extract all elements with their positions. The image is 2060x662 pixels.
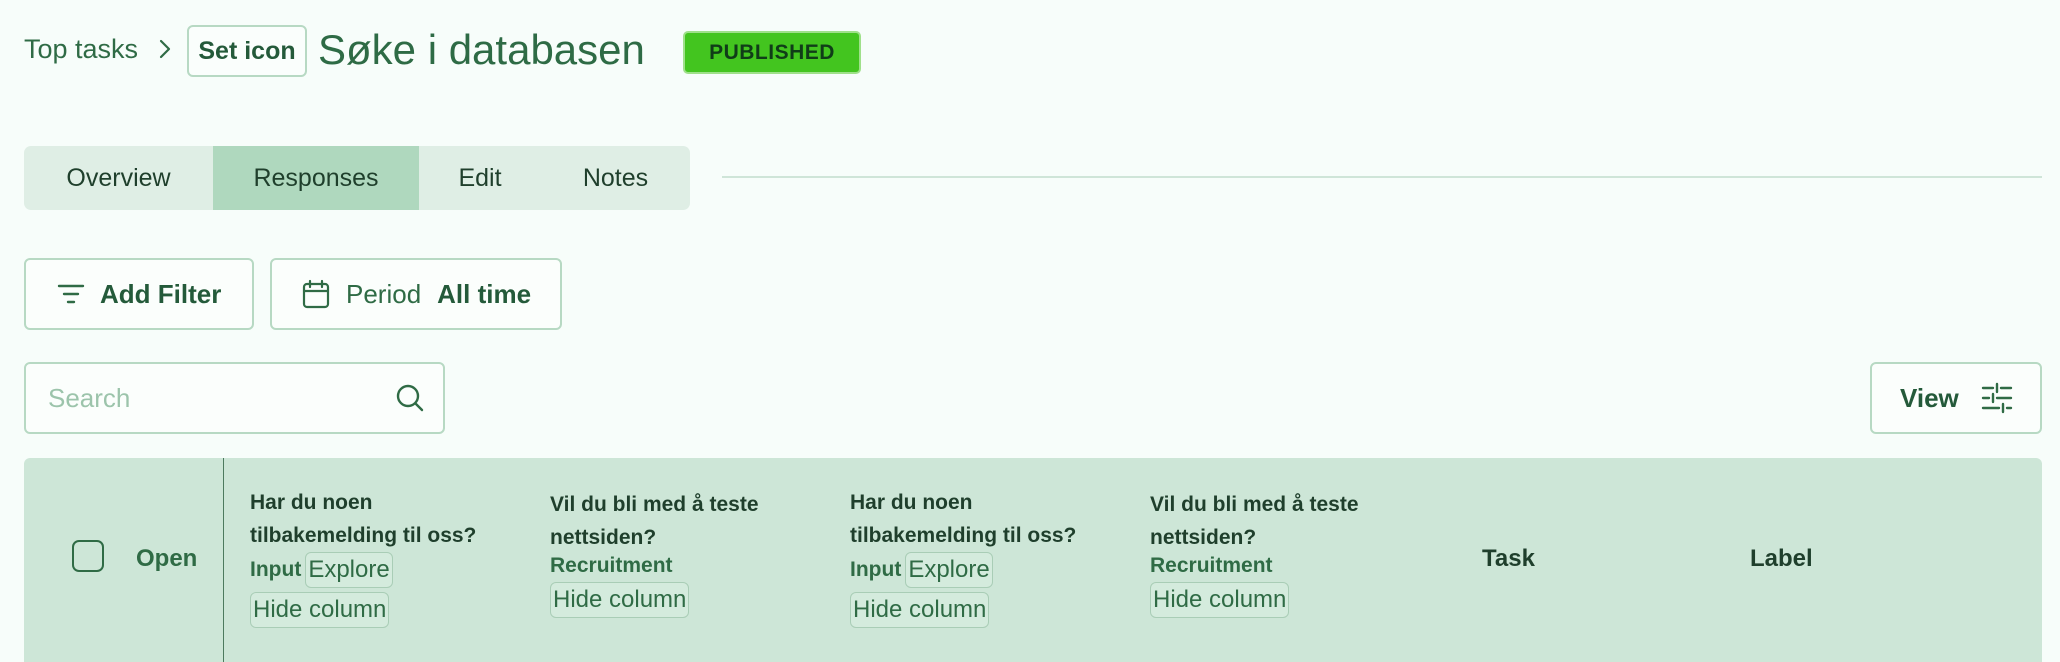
column-question: Har du noen tilbakemelding til oss? — [850, 491, 1077, 547]
view-label: View — [1900, 382, 1959, 413]
add-filter-button[interactable]: Add Filter — [24, 258, 254, 330]
search-input[interactable] — [46, 381, 350, 415]
column-header-feedback: Har du noen tilbakemelding til oss? Inpu… — [850, 486, 1100, 628]
tab-responses[interactable]: Responses — [213, 146, 419, 210]
column-type-tag: Recruitment — [550, 554, 673, 577]
period-value: All time — [437, 278, 532, 309]
tab-notes[interactable]: Notes — [541, 146, 690, 210]
column-type-tag: Input — [250, 558, 302, 581]
search-box — [24, 362, 445, 434]
column-type-tag: Recruitment — [1150, 554, 1273, 577]
calendar-icon — [302, 279, 330, 309]
tab-divider — [722, 176, 2042, 178]
status-badge: PUBLISHED — [683, 31, 861, 74]
tab-edit[interactable]: Edit — [419, 146, 541, 210]
view-options-button[interactable]: View — [1870, 362, 2042, 434]
period-label: Period — [346, 278, 422, 309]
column-question: Har du noen tilbakemelding til oss? — [250, 491, 477, 547]
period-button[interactable]: Period All time — [270, 258, 562, 330]
chevron-right-icon — [159, 39, 171, 59]
column-header-recruitment: Vil du bli med å teste nettsiden? Recrui… — [550, 488, 800, 618]
column-header-feedback: Har du noen tilbakemelding til oss? Inpu… — [250, 486, 500, 628]
set-icon-button[interactable]: Set icon — [187, 25, 307, 77]
open-column-header[interactable]: Open — [136, 545, 197, 573]
label-column-header[interactable]: Label — [1750, 545, 1813, 573]
column-divider — [223, 458, 224, 662]
explore-button[interactable]: Explore — [905, 552, 993, 588]
breadcrumb-parent-link[interactable]: Top tasks — [24, 34, 138, 65]
sliders-icon — [1981, 382, 2012, 414]
select-all-checkbox[interactable] — [72, 540, 104, 572]
tab-bar: Overview Responses Edit Notes — [24, 146, 690, 210]
explore-button[interactable]: Explore — [305, 552, 393, 588]
column-question: Vil du bli med å teste nettsiden? — [550, 493, 759, 549]
column-type-tag: Input — [850, 558, 902, 581]
hide-column-button[interactable]: Hide column — [1150, 582, 1290, 618]
hide-column-button[interactable]: Hide column — [550, 582, 690, 618]
hide-column-button[interactable]: Hide column — [850, 592, 990, 628]
column-question: Vil du bli med å teste nettsiden? — [1150, 493, 1359, 549]
filter-icon — [57, 284, 85, 304]
search-icon[interactable] — [395, 383, 425, 413]
page-title: Søke i databasen — [318, 26, 645, 73]
column-header-recruitment: Vil du bli med å teste nettsiden? Recrui… — [1150, 488, 1400, 618]
task-column-header[interactable]: Task — [1482, 545, 1535, 573]
tab-overview[interactable]: Overview — [24, 146, 213, 210]
hide-column-button[interactable]: Hide column — [250, 592, 390, 628]
add-filter-label: Add Filter — [100, 278, 222, 309]
